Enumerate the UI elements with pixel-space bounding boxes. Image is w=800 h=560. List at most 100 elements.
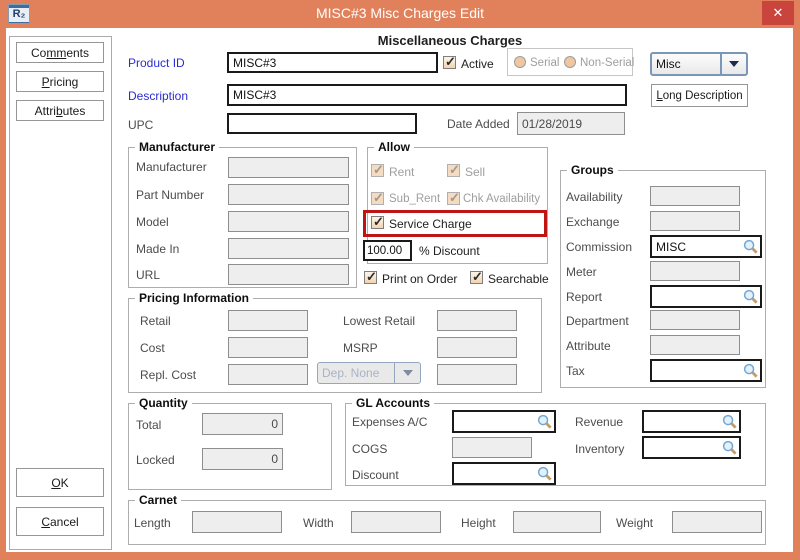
search-icon[interactable]	[743, 363, 758, 378]
sub-rent-checkbox	[371, 192, 384, 205]
attribute-field	[650, 335, 740, 355]
model-field	[228, 211, 349, 232]
search-icon[interactable]	[537, 466, 552, 481]
chk-availability-label: Chk Availability	[463, 193, 540, 205]
inventory-field[interactable]	[642, 436, 741, 459]
active-checkbox[interactable]	[443, 56, 456, 69]
search-icon[interactable]	[743, 239, 758, 254]
url-field	[228, 264, 349, 285]
expenses-ac-label: Expenses A/C	[352, 415, 427, 429]
meter-label: Meter	[566, 265, 597, 279]
serial-label: Serial	[530, 57, 559, 69]
print-on-order-checkbox[interactable]	[364, 271, 377, 284]
total-label: Total	[136, 418, 161, 432]
tax-field[interactable]	[650, 359, 762, 382]
title-bar[interactable]: R₂ MISC#3 Misc Charges Edit ✕	[0, 0, 800, 28]
length-field	[192, 511, 282, 533]
searchable-checkbox[interactable]	[470, 271, 483, 284]
long-description-button[interactable]: Long Description	[651, 84, 748, 107]
height-label: Height	[461, 516, 496, 530]
search-icon[interactable]	[722, 440, 737, 455]
non-serial-label: Non-Serial	[580, 57, 634, 69]
lowest-retail-label: Lowest Retail	[343, 314, 415, 328]
revenue-field[interactable]	[642, 410, 741, 433]
sell-checkbox	[447, 164, 460, 177]
attributes-button[interactable]: Attributes	[16, 100, 104, 121]
searchable-label: Searchable	[488, 272, 549, 286]
manufacturer-group-title: Manufacturer	[135, 140, 219, 154]
weight-label: Weight	[616, 516, 653, 530]
rent-label: Rent	[389, 165, 414, 179]
chevron-down-icon	[729, 61, 739, 67]
search-icon[interactable]	[537, 414, 552, 429]
sell-label: Sell	[465, 165, 485, 179]
discount-percent-label: % Discount	[419, 244, 480, 258]
upc-input[interactable]	[227, 113, 417, 134]
cost-field	[228, 337, 308, 358]
exchange-field	[650, 211, 740, 231]
carnet-group-title: Carnet	[135, 493, 181, 507]
service-charge-checkbox[interactable]	[371, 216, 384, 229]
url-label: URL	[136, 268, 160, 282]
active-label: Active	[461, 57, 494, 71]
quantity-group-title: Quantity	[135, 396, 192, 410]
description-input[interactable]: MISC#3	[227, 84, 627, 106]
dialog-window: R₂ MISC#3 Misc Charges Edit ✕ Comments P…	[0, 0, 800, 560]
commission-field[interactable]: MISC	[650, 235, 762, 258]
date-added-field: 01/28/2019	[517, 112, 625, 135]
commission-value: MISC	[656, 240, 686, 254]
cancel-button[interactable]: Cancel	[16, 507, 104, 536]
meter-field	[650, 261, 740, 281]
availability-field	[650, 186, 740, 206]
expenses-ac-field[interactable]	[452, 410, 556, 433]
lowest-retail-field	[437, 310, 517, 331]
inventory-label: Inventory	[575, 442, 624, 456]
service-charge-label: Service Charge	[389, 217, 472, 231]
window-title: MISC#3 Misc Charges Edit	[0, 5, 800, 21]
close-icon: ✕	[773, 5, 784, 20]
date-added-label: Date Added	[447, 117, 510, 131]
sub-rent-label: Sub_Rent	[389, 193, 440, 205]
form-header: Miscellaneous Charges	[120, 33, 780, 48]
product-id-input[interactable]: MISC#3	[227, 52, 438, 73]
tax-label: Tax	[566, 364, 585, 378]
department-label: Department	[566, 314, 629, 328]
retail-field	[228, 310, 308, 331]
length-label: Length	[134, 516, 171, 530]
report-field[interactable]	[650, 285, 762, 308]
upc-label: UPC	[128, 118, 153, 132]
locked-field: 0	[202, 448, 283, 470]
cost-label: Cost	[140, 341, 165, 355]
total-field: 0	[202, 413, 283, 435]
part-number-label: Part Number	[136, 188, 204, 202]
long-description-label: ong Description	[663, 90, 743, 102]
groups-group-title: Groups	[567, 163, 618, 177]
category-dropdown-button[interactable]	[720, 54, 746, 74]
search-icon[interactable]	[743, 289, 758, 304]
manufacturer-field	[228, 157, 349, 178]
exchange-label: Exchange	[566, 215, 619, 229]
product-id-label: Product ID	[128, 56, 185, 70]
pricing-button[interactable]: Pricing	[16, 71, 104, 92]
made-in-label: Made In	[136, 242, 179, 256]
non-serial-radio	[564, 56, 576, 68]
comments-button-label: Co	[31, 46, 46, 60]
attributes-button-label: Attri	[35, 104, 56, 118]
weight-field	[672, 511, 762, 533]
availability-label: Availability	[566, 190, 622, 204]
depreciation-dropdown-button	[394, 363, 420, 383]
revenue-label: Revenue	[575, 415, 623, 429]
category-dropdown[interactable]: Misc	[650, 52, 748, 76]
ok-button[interactable]: OK	[16, 468, 104, 497]
locked-label: Locked	[136, 453, 175, 467]
discount-percent-input[interactable]: 100.00	[363, 240, 412, 261]
comments-button[interactable]: Comments	[16, 42, 104, 63]
print-on-order-label: Print on Order	[382, 272, 457, 286]
msrp-label: MSRP	[343, 341, 378, 355]
close-button[interactable]: ✕	[762, 1, 794, 25]
model-label: Model	[136, 215, 169, 229]
gl-discount-field[interactable]	[452, 462, 556, 485]
description-label: Description	[128, 89, 188, 103]
manufacturer-label: Manufacturer	[136, 160, 207, 174]
search-icon[interactable]	[722, 414, 737, 429]
